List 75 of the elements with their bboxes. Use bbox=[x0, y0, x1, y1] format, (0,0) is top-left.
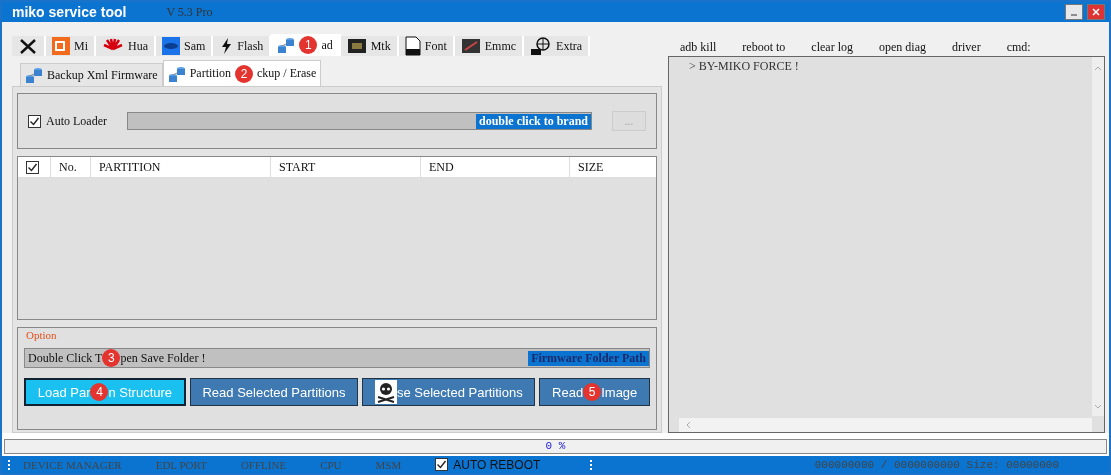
field-hint: Firmware Folder Path bbox=[528, 350, 649, 366]
log-line: > BY-MIKO FORCE ! bbox=[689, 59, 800, 74]
window-title: miko service tool bbox=[12, 4, 127, 20]
chip-icon bbox=[460, 37, 481, 55]
lightning-icon bbox=[219, 37, 234, 55]
brand-field[interactable]: double click to brand bbox=[127, 112, 592, 130]
close-button[interactable] bbox=[1087, 4, 1105, 20]
minimize-button[interactable] bbox=[1065, 4, 1083, 20]
menu-item[interactable]: adb kill bbox=[680, 39, 717, 55]
database-icon bbox=[277, 36, 296, 54]
logo-icon bbox=[162, 37, 180, 55]
action-button[interactable]: Load Par 4 n Structure bbox=[24, 378, 186, 406]
database-icon bbox=[167, 64, 186, 83]
menu-item[interactable]: driver bbox=[952, 39, 981, 55]
tab[interactable]: Hua bbox=[96, 36, 156, 56]
tab[interactable]: Font bbox=[398, 36, 455, 56]
status-text: MSM bbox=[375, 458, 402, 471]
vertical-scrollbar[interactable] bbox=[1092, 57, 1104, 416]
tab[interactable]: Extra bbox=[524, 36, 591, 56]
progress-text: 0 % bbox=[545, 440, 566, 453]
column-header[interactable]: SIZE bbox=[570, 157, 656, 177]
logo-icon bbox=[52, 37, 70, 55]
chip-icon bbox=[346, 37, 367, 55]
close-icon bbox=[1092, 8, 1100, 16]
skull-icon bbox=[374, 380, 397, 404]
tab[interactable]: Flash bbox=[213, 36, 272, 56]
menu-item[interactable]: clear log bbox=[811, 39, 853, 55]
field-hint: double click to brand bbox=[475, 113, 591, 129]
font-file-icon bbox=[404, 36, 421, 56]
chevron-down-icon bbox=[1094, 404, 1102, 410]
group-title: Option bbox=[25, 328, 58, 341]
tab[interactable]: Mi bbox=[46, 36, 96, 56]
select-all-checkbox[interactable] bbox=[26, 160, 39, 174]
action-button[interactable]: Read Selected Partitions bbox=[189, 378, 359, 406]
tab[interactable]: Sam bbox=[156, 36, 214, 56]
tab[interactable]: Mtk bbox=[340, 36, 399, 56]
status-text: DEVICE MANAGER bbox=[23, 458, 122, 471]
column-header[interactable]: No. bbox=[51, 157, 91, 177]
status-text: EDL PORT bbox=[155, 458, 207, 471]
step-number-badge: 3 bbox=[102, 349, 121, 367]
field-text: pen Save Folder ! bbox=[120, 350, 206, 366]
tools-icon bbox=[18, 37, 38, 55]
tab[interactable]: Partition 2 ckup / Erase bbox=[162, 60, 322, 86]
step-number-badge: 5 bbox=[583, 383, 602, 401]
field-text: Double Click T bbox=[28, 350, 103, 366]
tab[interactable]: Emmc bbox=[454, 36, 525, 56]
status-text: 000000000 / 0000000000 Size: 00000000 bbox=[814, 458, 1059, 471]
horizontal-scrollbar[interactable] bbox=[679, 418, 1092, 432]
menu-item[interactable]: reboot to bbox=[742, 39, 786, 55]
column-header[interactable]: START bbox=[271, 157, 421, 177]
step-number-badge: 2 bbox=[235, 64, 253, 83]
chevron-left-icon bbox=[685, 421, 691, 429]
tab[interactable]: 1 ad bbox=[271, 34, 341, 56]
action-button[interactable]: se Selected Partitions bbox=[362, 378, 536, 406]
status-text: OFFLINE bbox=[240, 458, 287, 471]
action-button[interactable]: Read 5 Image bbox=[539, 378, 651, 406]
menu-item[interactable]: cmd: bbox=[1006, 39, 1031, 55]
checkbox[interactable] bbox=[435, 458, 449, 471]
tab[interactable]: Backup Xml Firmware bbox=[20, 63, 163, 86]
grip-icon bbox=[8, 459, 13, 470]
step-number-badge: 1 bbox=[299, 36, 318, 54]
checkbox-label: Auto Loader bbox=[46, 113, 107, 129]
checkbox[interactable] bbox=[28, 114, 41, 128]
checkbox-label: AUTO REBOOT bbox=[453, 457, 541, 472]
chevron-up-icon bbox=[1094, 65, 1102, 71]
status-text: CPU bbox=[320, 458, 342, 471]
column-header[interactable]: END bbox=[421, 157, 570, 177]
version-label: V 5.3 Pro bbox=[166, 4, 213, 20]
menu-item[interactable]: open diag bbox=[879, 39, 926, 55]
globe-icon bbox=[530, 36, 553, 56]
column-header[interactable]: PARTITION bbox=[91, 157, 271, 177]
tab[interactable] bbox=[12, 36, 46, 56]
database-icon bbox=[25, 66, 43, 84]
folder-path-field[interactable]: Double Click T 3 pen Save Folder ! Firmware Folder Path bbox=[24, 348, 650, 368]
step-number-badge: 4 bbox=[90, 383, 109, 401]
